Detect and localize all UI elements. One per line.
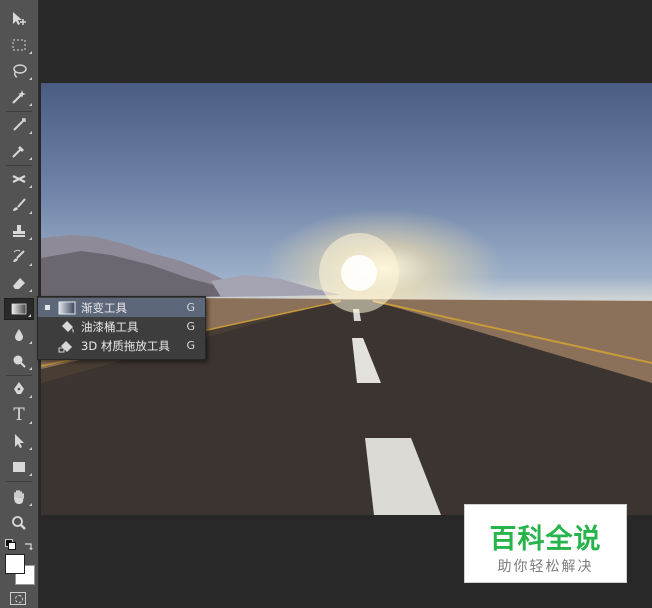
- lasso-icon: [13, 64, 27, 78]
- submenu-indicator: [29, 473, 32, 476]
- submenu-indicator: [29, 103, 32, 106]
- pen-tool-button[interactable]: [4, 378, 34, 400]
- paint-bucket-icon: [62, 320, 74, 333]
- menu-item-label: 渐变工具: [81, 300, 127, 315]
- menu-item-paint-bucket-tool[interactable]: 油漆桶工具 G: [38, 317, 205, 336]
- magic-wand-tool-button[interactable]: [4, 86, 34, 108]
- menu-item-shortcut: G: [186, 301, 195, 314]
- pen-icon: [14, 382, 24, 394]
- watermark-title: 百科全说: [489, 524, 602, 555]
- submenu-indicator: [29, 211, 32, 214]
- blur-drop-icon: [15, 329, 23, 341]
- watermark-subtitle: 助你轻松解决: [497, 559, 594, 575]
- path-selection-tool-button[interactable]: [4, 430, 34, 452]
- submenu-indicator: [29, 237, 32, 240]
- dodge-icon: [13, 355, 26, 368]
- submenu-indicator: [28, 314, 31, 317]
- rectangle-icon: [13, 462, 25, 472]
- submenu-indicator: [29, 395, 32, 398]
- foreground-color-swatch[interactable]: [5, 554, 25, 574]
- menu-item-gradient-tool[interactable]: 渐变工具 G: [38, 298, 205, 317]
- gradient-tool-flyout-menu: 渐变工具 G 油漆桶工具 G 3D 材质拖放工具 G: [37, 296, 206, 360]
- type-tool-button[interactable]: T: [4, 404, 34, 426]
- clone-stamp-icon: [13, 225, 25, 237]
- gradient-icon: [58, 301, 76, 314]
- submenu-indicator: [29, 367, 32, 370]
- healing-brush-icon: [12, 175, 26, 183]
- 3d-material-drop-icon: [58, 340, 72, 352]
- quick-mask-icon: [15, 595, 23, 603]
- eraser-tool-button[interactable]: [4, 272, 34, 294]
- crop-tool-button[interactable]: [4, 114, 34, 136]
- lasso-tool-button[interactable]: [4, 60, 34, 82]
- hand-icon: [14, 490, 24, 504]
- brush-tool-button[interactable]: [4, 194, 34, 216]
- submenu-indicator: [29, 185, 32, 188]
- eyedropper-icon: [12, 146, 24, 158]
- submenu-indicator: [29, 157, 32, 160]
- shape-tool-button[interactable]: [4, 456, 34, 478]
- submenu-indicator: [29, 51, 32, 54]
- eraser-icon: [13, 278, 25, 289]
- submenu-indicator: [29, 289, 32, 292]
- submenu-indicator: [29, 421, 32, 424]
- blur-tool-button[interactable]: [4, 324, 34, 346]
- move-icon: [13, 12, 26, 25]
- type-icon: T: [13, 405, 25, 425]
- zoom-icon: [12, 516, 26, 530]
- marquee-tool-button[interactable]: [4, 34, 34, 56]
- menu-item-label: 3D 材质拖放工具: [81, 338, 170, 353]
- magic-wand-icon: [12, 90, 26, 104]
- healing-tool-button[interactable]: [4, 168, 34, 190]
- gradient-tool-button[interactable]: [4, 298, 34, 320]
- menu-item-shortcut: G: [186, 339, 195, 352]
- move-tool-button[interactable]: [4, 8, 34, 30]
- quick-mask-button[interactable]: [10, 592, 26, 605]
- menu-item-3d-material-drop-tool[interactable]: 3D 材质拖放工具 G: [38, 336, 205, 355]
- stamp-tool-button[interactable]: [4, 220, 34, 242]
- hand-tool-button[interactable]: [4, 486, 34, 508]
- submenu-indicator: [29, 341, 32, 344]
- tools-panel: T: [0, 0, 39, 608]
- history-brush-icon: [13, 249, 25, 262]
- selected-indicator: [45, 305, 50, 310]
- dodge-tool-button[interactable]: [4, 350, 34, 372]
- crop-icon: [13, 118, 26, 131]
- brush-icon: [13, 198, 26, 211]
- menu-item-shortcut: G: [186, 320, 195, 333]
- submenu-indicator: [29, 131, 32, 134]
- history-brush-tool-button[interactable]: [4, 246, 34, 268]
- swap-colors-icon[interactable]: [23, 537, 33, 550]
- marquee-icon: [12, 39, 26, 51]
- zoom-tool-button[interactable]: [4, 512, 34, 534]
- submenu-indicator: [29, 503, 32, 506]
- submenu-indicator: [29, 77, 32, 80]
- watermark-logo: 百科全说 助你轻松解决: [464, 504, 627, 583]
- default-colors-icon[interactable]: [5, 539, 16, 550]
- gradient-icon: [11, 303, 27, 315]
- menu-item-label: 油漆桶工具: [81, 319, 139, 334]
- path-select-arrow-icon: [15, 434, 24, 448]
- submenu-indicator: [29, 447, 32, 450]
- eyedropper-tool-button[interactable]: [4, 140, 34, 162]
- submenu-indicator: [29, 263, 32, 266]
